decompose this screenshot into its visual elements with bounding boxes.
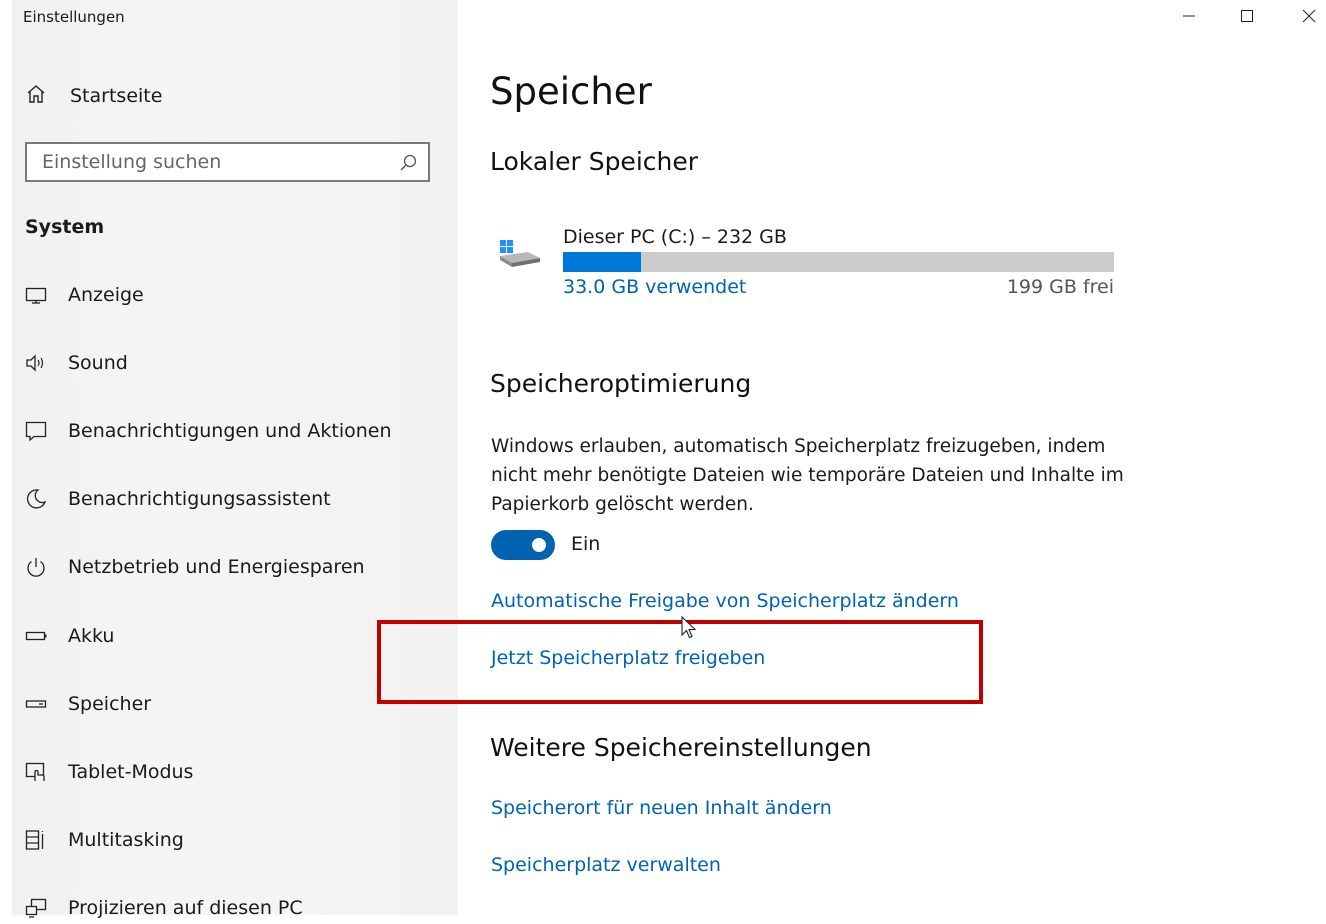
project-icon xyxy=(24,896,48,920)
sidebar-item-multitasking[interactable]: Multitasking xyxy=(24,824,184,856)
sidebar-item-label: Netzbetrieb und Energiesparen xyxy=(68,556,365,578)
display-icon xyxy=(24,283,48,307)
storage-icon xyxy=(24,692,48,716)
optimization-description: Windows erlauben, automatisch Speicherpl… xyxy=(491,436,1124,515)
sidebar-item-sound[interactable]: Sound xyxy=(24,347,128,379)
storage-sense-toggle[interactable] xyxy=(491,530,555,560)
change-save-location-link[interactable]: Speicherort für neuen Inhalt ändern xyxy=(491,797,832,819)
sidebar-item-label: Projizieren auf diesen PC xyxy=(68,897,303,919)
section-label-system: System xyxy=(25,216,105,238)
sidebar-item-label: Akku xyxy=(68,625,115,647)
sidebar-item-label: Benachrichtigungen und Aktionen xyxy=(68,420,392,442)
sidebar-item-label: Speicher xyxy=(68,693,152,715)
used-space-label[interactable]: 33.0 GB verwendet xyxy=(563,276,746,298)
sidebar-item-netzbetrieb[interactable]: Netzbetrieb und Energiesparen xyxy=(24,551,365,583)
page-title: Speicher xyxy=(490,70,652,113)
close-icon xyxy=(1302,9,1316,23)
sidebar-item-tablet-modus[interactable]: Tablet-Modus xyxy=(24,756,193,788)
battery-icon xyxy=(24,624,48,648)
sidebar-home[interactable]: Startseite xyxy=(24,82,162,110)
drive-icon[interactable] xyxy=(498,236,542,276)
sidebar-item-anzeige[interactable]: Anzeige xyxy=(24,279,144,311)
storage-usage-fill xyxy=(563,252,642,272)
optimization-heading: Speicheroptimierung xyxy=(490,369,752,398)
storage-usage-bar[interactable] xyxy=(563,252,1114,272)
power-icon xyxy=(24,555,48,579)
local-storage-heading: Lokaler Speicher xyxy=(490,147,699,176)
sidebar-item-label: Multitasking xyxy=(68,829,184,851)
mouse-cursor-icon xyxy=(681,615,701,646)
search-icon[interactable] xyxy=(398,153,418,177)
change-auto-free-link[interactable]: Automatische Freigabe von Speicherplatz … xyxy=(491,590,959,612)
sidebar-item-label: Benachrichtigungsassistent xyxy=(68,488,331,510)
toggle-knob xyxy=(532,538,546,552)
multitasking-icon xyxy=(24,828,48,852)
sidebar-item-akku[interactable]: Akku xyxy=(24,620,114,652)
sidebar-item-projizieren[interactable]: Projizieren auf diesen PC xyxy=(24,892,303,924)
tablet-mode-icon xyxy=(24,760,48,784)
more-settings-heading: Weitere Speichereinstellungen xyxy=(490,733,872,762)
search-input[interactable] xyxy=(27,144,382,180)
home-label: Startseite xyxy=(70,85,163,107)
sidebar-item-label: Anzeige xyxy=(68,284,144,306)
sidebar-item-label: Sound xyxy=(68,352,128,374)
window-title: Einstellungen xyxy=(23,8,125,26)
maximize-icon xyxy=(1241,10,1253,22)
sidebar-item-benachrichtigungsassistent[interactable]: Benachrichtigungsassistent xyxy=(24,483,331,515)
sidebar-item-label: Tablet-Modus xyxy=(68,761,194,783)
sound-icon xyxy=(24,351,48,375)
sidebar-item-speicher[interactable]: Speicher xyxy=(24,688,151,720)
drive-name[interactable]: Dieser PC (C:) – 232 GB xyxy=(563,226,787,248)
home-icon xyxy=(24,82,48,110)
sidebar-item-benachrichtigungen[interactable]: Benachrichtigungen und Aktionen xyxy=(24,415,392,447)
highlight-frame xyxy=(377,620,983,704)
toggle-state-label: Ein xyxy=(571,533,601,555)
free-space-label: 199 GB frei xyxy=(1006,276,1114,298)
minimize-icon xyxy=(1183,15,1195,17)
close-button[interactable] xyxy=(1278,0,1326,32)
notification-icon xyxy=(24,419,48,443)
search-box[interactable] xyxy=(25,142,430,182)
maximize-button[interactable] xyxy=(1216,0,1278,32)
moon-icon xyxy=(24,487,48,511)
minimize-button[interactable] xyxy=(1158,0,1220,32)
manage-storage-link[interactable]: Speicherplatz verwalten xyxy=(491,854,721,876)
